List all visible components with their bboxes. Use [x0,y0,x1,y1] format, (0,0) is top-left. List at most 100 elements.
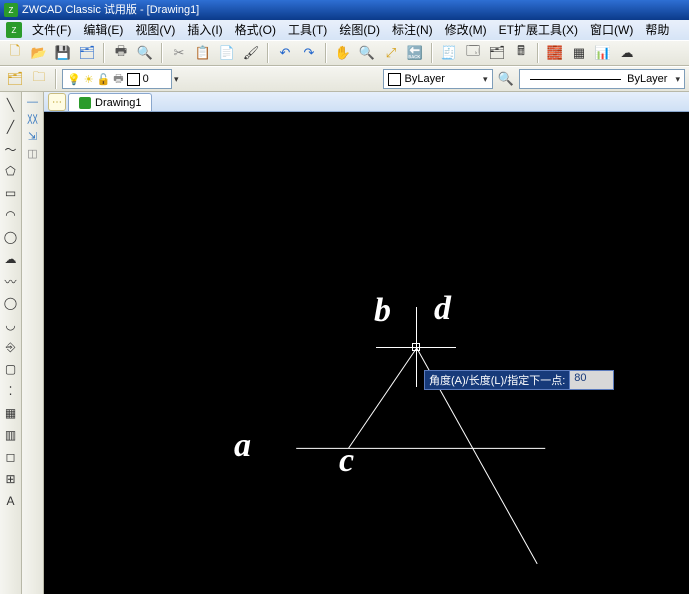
menu-tools[interactable]: 工具(T) [282,20,333,40]
properties-icon[interactable]: 🧾 [438,42,460,64]
layer-lock-icon: 🔓 [97,73,111,86]
toolbar-standard: 🗋 📂 💾 🗂 🖶 🔍 ✂ 📋 📄 🖌 ↶ ↷ ✋ 🔍 ⤢ 🔙 🧾 🗔 🗂 🖩 … [0,40,689,66]
menu-insert[interactable]: 插入(I) [181,20,228,40]
separator [267,43,269,63]
arc-tool-icon[interactable]: ◠ [2,206,20,224]
table-tool-icon[interactable]: ⊞ [2,470,20,488]
layer-freeze-icon: ☀ [84,73,94,86]
calculator-icon[interactable]: 🖩 [510,42,532,64]
hatch-tool-icon[interactable]: ▦ [2,404,20,422]
pline-tool-icon[interactable]: 〜 [2,140,20,158]
draw-toolbar: ╲ ╱ 〜 ⬠ ▭ ◠ ◯ ☁ 〰 ◯ ◡ ⎆ ▢ ⁚ ▦ ▥ ◻ ⊞ A [0,92,22,594]
linetype-manager-icon[interactable]: 🔍 [495,68,517,90]
grid-mini-icon[interactable]: 〷 [24,111,42,127]
drawing-svg [44,112,689,594]
preview-icon[interactable]: 🔍 [134,42,156,64]
new-icon[interactable]: 🗋 [4,42,26,64]
menu-window[interactable]: 窗口(W) [584,20,639,40]
layer-name: 0 [143,73,149,85]
linetype-dropdown[interactable]: ByLayer ▾ [519,69,685,89]
window-title: ZWCAD Classic 试用版 - [Drawing1] [22,0,199,20]
linetype-value: ByLayer [627,73,667,85]
zoom-prev-icon[interactable]: 🔙 [404,42,426,64]
zoom-rt-icon[interactable]: 🔍 [356,42,378,64]
color-swatch [388,73,401,86]
block-tool-icon[interactable]: ▢ [2,360,20,378]
rectangle-tool-icon[interactable]: ▭ [2,184,20,202]
workspace: ╲ ╱ 〜 ⬠ ▭ ◠ ◯ ☁ 〰 ◯ ◡ ⎆ ▢ ⁚ ▦ ▥ ◻ ⊞ A — … [0,92,689,594]
zoom-win-icon[interactable]: ⤢ [380,42,402,64]
dynamic-input-field[interactable]: 80 [570,370,614,390]
pan-mini-icon[interactable]: — [24,94,42,110]
xline-tool-icon[interactable]: ╱ [2,118,20,136]
layer-manager-icon[interactable]: 🗂 [4,68,26,90]
chevron-down-icon: ▾ [675,74,680,85]
linetype-preview [530,79,622,80]
separator [55,69,57,89]
pickbox [412,343,420,351]
menu-help[interactable]: 帮助 [639,20,675,40]
layer-on-icon: 💡 [67,73,81,86]
region-tool-icon[interactable]: ◻ [2,448,20,466]
line-tool-icon[interactable]: ╲ [2,96,20,114]
toolbar-layers: 🗂 🗀 💡 ☀ 🔓 🖶 0 ▾ ByLayer ▾ 🔍 ByLayer ▾ [0,66,689,92]
menu-et-tools[interactable]: ET扩展工具(X) [493,20,584,40]
table-icon[interactable]: ▦ [568,42,590,64]
document-tab[interactable]: Drawing1 [68,93,152,111]
cut-icon[interactable]: ✂ [168,42,190,64]
separator [325,43,327,63]
tab-scroll-icon[interactable]: ⋯ [48,93,66,111]
layer-plot-icon: 🖶 [113,70,123,89]
gradient-tool-icon[interactable]: ▥ [2,426,20,444]
color-dropdown[interactable]: ByLayer ▾ [383,69,493,89]
layer-dropdown[interactable]: 💡 ☀ 🔓 🖶 0 [62,69,172,89]
chevron-down-icon: ▾ [483,74,488,85]
obj-mini-icon[interactable]: ◫ [24,145,42,161]
saveall-icon[interactable]: 🗂 [76,42,98,64]
layer-states-icon[interactable]: 🗀 [28,68,50,90]
menu-draw[interactable]: 绘图(D) [333,20,386,40]
matchprop-icon[interactable]: 🖌 [240,42,262,64]
mtext-tool-icon[interactable]: A [2,492,20,510]
separator [431,43,433,63]
drawing-canvas[interactable]: 角度(A)/长度(L)/指定下一点: 80 a b c d [44,112,689,594]
menu-edit[interactable]: 编辑(E) [77,20,129,40]
annotation-d: d [434,290,451,328]
color-value: ByLayer [405,73,445,85]
point-tool-icon[interactable]: ⁚ [2,382,20,400]
chevron-down-icon[interactable]: ▾ [174,74,179,85]
paste-icon[interactable]: 📄 [216,42,238,64]
block-icon[interactable]: 🧱 [544,42,566,64]
ellipse-tool-icon[interactable]: ◯ [2,294,20,312]
menu-app-icon[interactable]: Z [6,22,22,38]
open-icon[interactable]: 📂 [28,42,50,64]
annotation-a: a [234,427,251,465]
tab-label: Drawing1 [95,97,141,109]
ext-mini-icon[interactable]: ⇲ [24,128,42,144]
layer-color-swatch [127,73,140,86]
insert-tool-icon[interactable]: ⎆ [2,338,20,356]
undo-icon[interactable]: ↶ [274,42,296,64]
pan-icon[interactable]: ✋ [332,42,354,64]
plot-icon[interactable]: 🖶 [110,42,132,64]
menu-file[interactable]: 文件(F) [26,20,77,40]
cloud-icon[interactable]: ☁ [616,42,638,64]
save-icon[interactable]: 💾 [52,42,74,64]
menu-format[interactable]: 格式(O) [229,20,282,40]
revcloud-tool-icon[interactable]: ☁ [2,250,20,268]
toolpalette-icon[interactable]: 🗂 [486,42,508,64]
polygon-tool-icon[interactable]: ⬠ [2,162,20,180]
sheet-icon[interactable]: 📊 [592,42,614,64]
menu-modify[interactable]: 修改(M) [439,20,493,40]
menu-view[interactable]: 视图(V) [129,20,181,40]
circle-tool-icon[interactable]: ◯ [2,228,20,246]
menu-dimension[interactable]: 标注(N) [386,20,439,40]
copy-icon[interactable]: 📋 [192,42,214,64]
designcenter-icon[interactable]: 🗔 [462,42,484,64]
modify-toolbar: — 〷 ⇲ ◫ [22,92,44,594]
spline-tool-icon[interactable]: 〰 [2,272,20,290]
separator [537,43,539,63]
annotation-b: b [374,292,391,330]
ellipsearc-tool-icon[interactable]: ◡ [2,316,20,334]
redo-icon[interactable]: ↷ [298,42,320,64]
